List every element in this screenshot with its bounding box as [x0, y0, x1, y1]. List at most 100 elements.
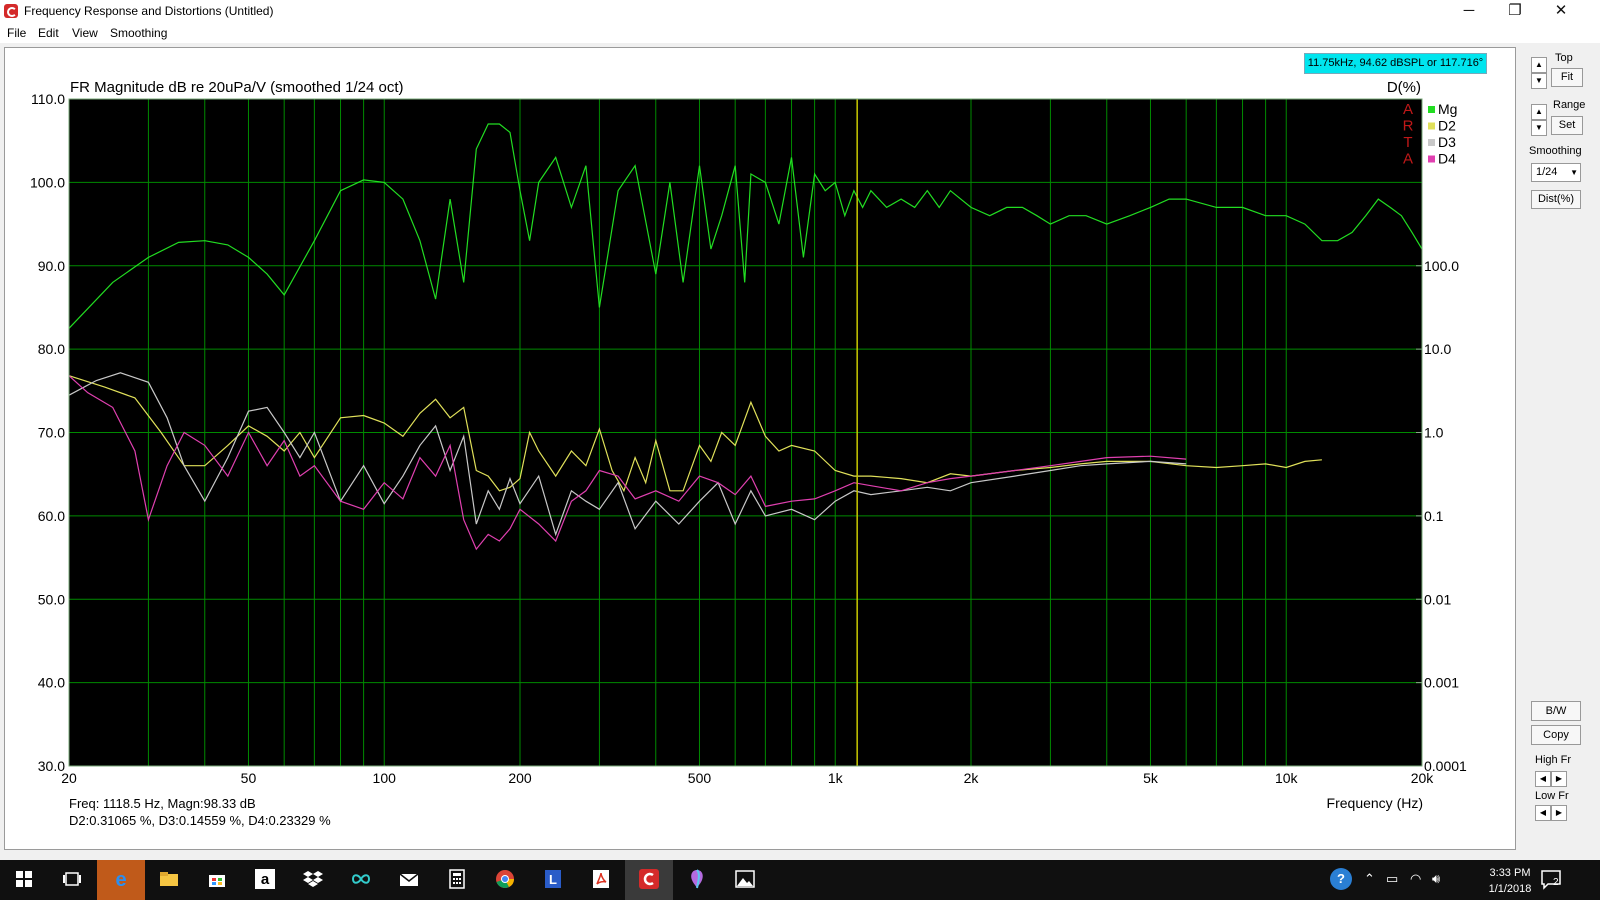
top-label: Top: [1555, 52, 1573, 64]
taskbar-calculator[interactable]: [433, 860, 481, 900]
paint3d-icon: [691, 869, 703, 889]
taskbar-chrome[interactable]: [481, 860, 529, 900]
top-down-spin[interactable]: ▼: [1531, 73, 1547, 89]
taskbar-file-explorer[interactable]: [145, 860, 193, 900]
x-axis-label: Frequency (Hz): [1327, 795, 1423, 811]
y-tick-label: 70.0: [38, 425, 65, 441]
arta-watermark-letter: T: [1403, 134, 1412, 151]
right-tick-label: 0.01: [1424, 591, 1451, 607]
help-icon[interactable]: ?: [1330, 868, 1352, 890]
libreoffice-icon: L: [545, 870, 561, 888]
taskbar-photos[interactable]: [721, 860, 769, 900]
chrome-icon: [496, 870, 514, 888]
copy-button[interactable]: Copy: [1531, 725, 1581, 745]
menu-view[interactable]: View: [72, 26, 98, 40]
x-tick-label: 2k: [964, 770, 980, 786]
y-tick-label: 30.0: [38, 758, 65, 774]
low-fr-right-spin[interactable]: ▶: [1551, 805, 1567, 821]
amazon-icon: a: [255, 869, 275, 889]
edge-icon: e: [115, 869, 126, 889]
x-tick-label: 200: [508, 770, 532, 786]
y-tick-label: 110.0: [31, 91, 65, 107]
menu-file[interactable]: File: [7, 26, 26, 40]
fit-button[interactable]: Fit: [1551, 68, 1583, 87]
arta-app-icon: [4, 4, 18, 18]
y-tick-label: 50.0: [38, 591, 65, 607]
window-title: Frequency Response and Distortions (Unti…: [24, 4, 274, 18]
right-tick-label: 0.0001: [1424, 758, 1467, 774]
readout-line-1: Freq: 1118.5 Hz, Magn:98.33 dB: [69, 796, 256, 811]
taskbar-acrobat[interactable]: [577, 860, 625, 900]
low-fr-left-spin[interactable]: ◀: [1535, 805, 1551, 821]
range-down-spin[interactable]: ▼: [1531, 120, 1547, 136]
legend-swatch-d3: [1428, 139, 1435, 146]
taskbar-libreoffice[interactable]: L: [529, 860, 577, 900]
chevron-up-icon[interactable]: ⌃: [1364, 871, 1375, 887]
close-button[interactable]: ✕: [1538, 0, 1584, 24]
notification-count: 2: [1553, 877, 1559, 888]
right-tick-label: 0.001: [1424, 675, 1459, 691]
y-tick-label: 40.0: [38, 675, 65, 691]
legend-label-d4: D4: [1438, 151, 1456, 167]
set-button[interactable]: Set: [1551, 116, 1583, 135]
dropbox-icon: [303, 871, 323, 887]
legend-swatch-d4: [1428, 155, 1435, 163]
clock[interactable]: 3:33 PM 1/1/2018: [1483, 865, 1537, 897]
right-tick-label: 0.1: [1424, 508, 1444, 524]
high-fr-left-spin[interactable]: ◀: [1535, 771, 1551, 787]
bw-button[interactable]: B/W: [1531, 701, 1581, 721]
y-tick-label: 80.0: [38, 341, 65, 357]
arta-icon: [639, 869, 659, 889]
taskbar-dropbox[interactable]: [289, 860, 337, 900]
taskbar-arduino[interactable]: [337, 860, 385, 900]
legend-swatch-d2: [1428, 122, 1435, 130]
chevron-down-icon: ▼: [1570, 168, 1578, 177]
y-tick-label: 100.0: [30, 174, 65, 190]
right-tick-label: 1.0: [1424, 425, 1444, 441]
right-axis-title: D(%): [1387, 79, 1421, 96]
taskbar-arta[interactable]: [625, 860, 673, 900]
menu-smoothing[interactable]: Smoothing: [110, 26, 167, 40]
right-tick-label: 10.0: [1424, 341, 1451, 357]
frequency-response-chart[interactable]: FR Magnitude dB re 20uPa/V (smoothed 1/2…: [5, 48, 1515, 849]
smoothing-label: Smoothing: [1529, 145, 1582, 157]
taskbar-amazon[interactable]: a: [241, 860, 289, 900]
legend-label-d2: D2: [1438, 118, 1456, 134]
svg-text:a: a: [261, 871, 270, 888]
menu-edit[interactable]: Edit: [38, 26, 59, 40]
windows-start-button[interactable]: [0, 860, 48, 900]
task-view-button[interactable]: [48, 860, 96, 900]
smoothing-select[interactable]: 1/24 ▼: [1531, 163, 1581, 182]
high-fr-right-spin[interactable]: ▶: [1551, 771, 1567, 787]
y-tick-label: 90.0: [38, 258, 65, 274]
battery-icon[interactable]: ▭: [1386, 871, 1398, 887]
taskbar-store[interactable]: [193, 860, 241, 900]
menu-bar: File Edit View Smoothing: [0, 24, 1600, 43]
taskbar-mail[interactable]: [385, 860, 433, 900]
top-up-spin[interactable]: ▲: [1531, 57, 1547, 73]
dist-percent-button[interactable]: Dist(%): [1531, 190, 1581, 209]
calculator-icon: [449, 869, 465, 889]
y-tick-label: 60.0: [38, 508, 65, 524]
wifi-icon[interactable]: ◠: [1410, 871, 1421, 887]
volume-icon[interactable]: 🔊︎: [1432, 871, 1440, 887]
windows-logo-icon: [16, 871, 32, 887]
taskbar-edge[interactable]: e: [97, 860, 145, 900]
legend-swatch-mg: [1428, 106, 1435, 113]
x-tick-label: 10k: [1275, 770, 1299, 786]
svg-text:e: e: [115, 869, 126, 889]
mail-icon: [399, 873, 419, 886]
minimize-button[interactable]: ─: [1446, 0, 1492, 24]
range-up-spin[interactable]: ▲: [1531, 104, 1547, 120]
smoothing-value: 1/24: [1536, 166, 1558, 178]
arta-watermark-letter: A: [1403, 151, 1413, 168]
taskbar-paint3d[interactable]: [673, 860, 721, 900]
pdf-icon: [593, 870, 609, 888]
infinity-icon: [351, 874, 371, 884]
title-bar: Frequency Response and Distortions (Unti…: [0, 0, 1600, 24]
svg-text:L: L: [549, 872, 557, 887]
restore-button[interactable]: ❐: [1492, 0, 1538, 24]
range-label: Range: [1553, 99, 1586, 111]
clock-time: 3:33 PM: [1489, 867, 1531, 879]
notification-center-button[interactable]: 2: [1540, 868, 1570, 892]
